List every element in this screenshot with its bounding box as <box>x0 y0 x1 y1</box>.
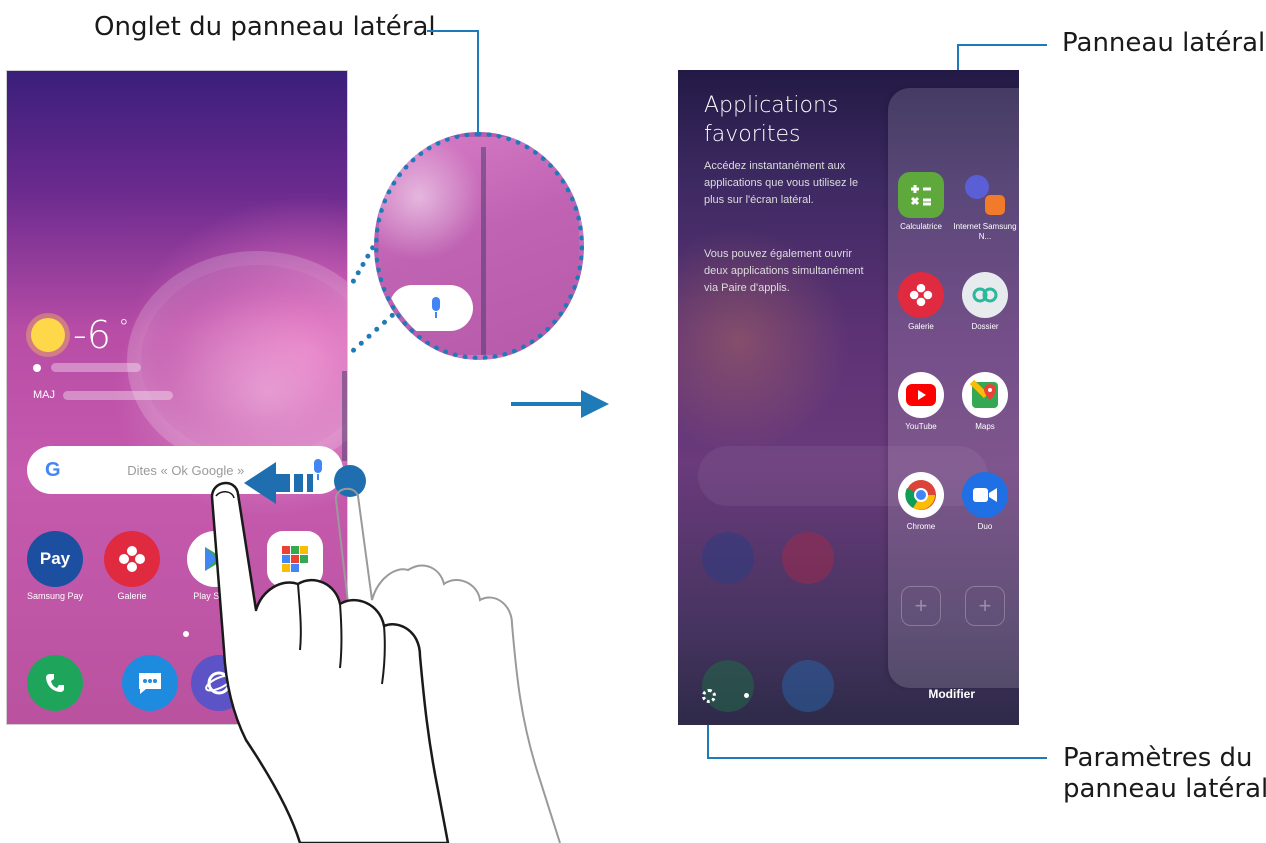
panel-label-gallery: Galerie <box>908 322 934 331</box>
app-gallery[interactable] <box>104 531 160 587</box>
panel-label-maps: Maps <box>975 422 995 431</box>
panel-app-folder[interactable] <box>962 272 1008 318</box>
internet-icon <box>205 671 233 695</box>
panel-label-chrome: Chrome <box>906 522 936 531</box>
transition-arrow-shaft <box>511 402 583 406</box>
callout-panel-settings-line2: panneau latéral <box>1063 774 1266 805</box>
callout-panel-settings-line1: Paramètres du <box>1063 743 1253 773</box>
degree-symbol: ° <box>118 315 129 339</box>
app-label-samsung-pay: Samsung Pay <box>26 591 84 601</box>
transition-arrow-icon <box>581 390 609 418</box>
callout-panel-tab: Onglet du panneau latéral <box>94 12 436 42</box>
calculator-icon <box>910 185 931 206</box>
app-samsung-pay[interactable]: Pay <box>27 531 83 587</box>
leader-line-panel-tab-h <box>427 30 479 32</box>
google-folder-icon <box>282 546 308 572</box>
mic-icon[interactable] <box>311 459 325 481</box>
gallery-icon <box>909 283 933 307</box>
favorites-title: Applications favorites <box>704 93 839 147</box>
magnified-panel-tab <box>374 132 584 360</box>
panel-label-youtube: YouTube <box>905 422 937 431</box>
location-pin-icon <box>33 363 41 372</box>
messages-icon <box>139 673 161 694</box>
play-store-icon <box>205 547 225 571</box>
dock-internet[interactable] <box>191 655 247 711</box>
panel-add-slot-1[interactable]: + <box>901 586 941 626</box>
phone-icon <box>46 674 64 692</box>
page-indicator-dot <box>744 693 749 698</box>
update-row: MAJ <box>33 389 173 401</box>
search-placeholder: Dites « Ok Google » <box>127 462 245 478</box>
modify-button[interactable]: Modifier <box>928 687 975 701</box>
panel-app-maps[interactable] <box>962 372 1008 418</box>
blurred-app-1 <box>702 532 754 584</box>
sun-icon <box>31 318 65 352</box>
app-label-gallery: Galerie <box>117 591 147 601</box>
weather-widget[interactable]: -6 ° <box>31 313 129 357</box>
panel-add-slot-2[interactable]: + <box>965 586 1005 626</box>
app-google-folder[interactable] <box>267 531 323 587</box>
maps-icon <box>970 380 998 408</box>
leader-line-settings-h <box>707 757 1047 759</box>
callout-panel-settings: Paramètres du panneau latéral <box>1063 743 1266 805</box>
panel-bottom-bar: Modifier <box>678 665 1019 725</box>
folder-icon <box>972 287 998 303</box>
panel-tab-handle[interactable] <box>342 371 347 461</box>
panel-app-chrome[interactable] <box>898 472 944 518</box>
dock-messages[interactable] <box>122 655 178 711</box>
page-indicator-dot <box>183 631 189 637</box>
internet-notes-icon <box>965 175 1005 215</box>
update-time-blurred <box>63 390 173 400</box>
callout-side-panel: Panneau latéral <box>1062 28 1266 58</box>
favorites-description-2: Vous pouvez également ouvrir deux applic… <box>704 248 864 295</box>
google-search-bar[interactable]: G Dites « Ok Google » <box>27 446 343 494</box>
magnified-mic-icon <box>429 297 443 319</box>
panel-app-calculator[interactable] <box>898 172 944 218</box>
panel-label-duo: Duo <box>977 522 993 531</box>
chrome-icon <box>905 480 936 510</box>
panel-app-internet-notes[interactable] <box>962 172 1008 218</box>
panel-label-calculator: Calculatrice <box>900 222 942 231</box>
location-row <box>33 363 141 372</box>
location-text-blurred <box>51 363 141 372</box>
app-label-play-store: Play Store <box>193 591 235 601</box>
dock-phone[interactable] <box>27 655 83 711</box>
side-panel[interactable]: Calculatrice Internet Samsung N... Galer… <box>888 88 1019 688</box>
magnified-panel-tab-handle <box>481 147 486 355</box>
panel-label-internet-notes: Internet Samsung N... <box>953 222 1017 241</box>
temperature: -6 <box>73 313 111 357</box>
favorites-description: Accédez instantanément aux applications … <box>704 160 859 207</box>
panel-app-duo[interactable] <box>962 472 1008 518</box>
wallpaper-swirl <box>127 251 347 471</box>
panel-app-gallery[interactable] <box>898 272 944 318</box>
leader-line-side-panel-h <box>957 44 1047 46</box>
google-g-icon: G <box>45 458 61 481</box>
update-label: MAJ <box>33 389 55 401</box>
app-play-store[interactable] <box>187 531 243 587</box>
panel-label-folder: Dossier <box>971 322 999 331</box>
ghost-hand-icon <box>334 487 561 843</box>
panel-app-youtube[interactable] <box>898 372 944 418</box>
youtube-icon <box>906 384 936 406</box>
side-panel-screen: Applications favorites Accédez instantan… <box>678 70 1019 725</box>
home-screen: -6 ° MAJ G Dites « Ok Google » Pay Samsu… <box>6 70 348 725</box>
gear-icon[interactable] <box>702 689 716 703</box>
blurred-app-2 <box>782 532 834 584</box>
duo-icon <box>973 488 997 502</box>
gallery-icon <box>119 546 145 572</box>
